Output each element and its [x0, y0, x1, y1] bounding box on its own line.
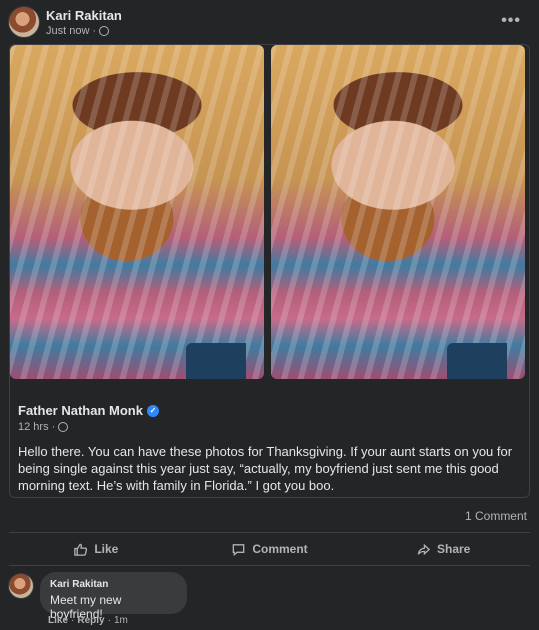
shared-photo-1[interactable]: [10, 45, 264, 379]
meta-separator: ·: [51, 421, 56, 433]
comment-button[interactable]: Comment: [183, 536, 357, 562]
comment-icon: [233, 543, 245, 556]
share-label: Share: [437, 542, 471, 556]
share-icon: [417, 543, 431, 555]
share-button[interactable]: Share: [356, 536, 530, 562]
commenter-name[interactable]: Kari Rakitan: [50, 579, 177, 590]
comment-bubble: Kari Rakitan Meet my new boyfriend!: [40, 572, 187, 621]
verified-badge-icon: ✓: [146, 404, 159, 417]
photo-light-stripes: [271, 45, 525, 379]
comment-actions: Like · Reply · 1m: [48, 615, 128, 626]
thumbs-up-icon: [74, 543, 88, 556]
comment-reply-link[interactable]: Reply: [77, 615, 104, 626]
globe-icon[interactable]: [58, 422, 69, 432]
post-header: Kari Rakitan Just now · •••: [8, 6, 531, 40]
photo-light-stripes: [10, 45, 264, 379]
shared-time[interactable]: 12 hrs: [18, 421, 49, 433]
post-actions: Like Comment Share: [9, 536, 530, 562]
commenter-avatar[interactable]: [8, 573, 34, 599]
shared-post-text: Hello there. You can have these photos f…: [18, 444, 513, 493]
author-name[interactable]: Kari Rakitan: [46, 8, 122, 23]
like-label: Like: [94, 542, 119, 556]
meta-separator: ·: [92, 25, 97, 37]
shared-author-name[interactable]: Father Nathan Monk: [18, 403, 143, 418]
post-card: Kari Rakitan Just now · ••• Father Natha…: [0, 0, 539, 630]
shirt-pocket: [447, 343, 507, 379]
shared-author[interactable]: Father Nathan Monk ✓: [18, 403, 523, 418]
shared-meta: 12 hrs ·: [18, 421, 523, 433]
meta-separator: ·: [107, 615, 111, 626]
comment-label: Comment: [252, 542, 308, 556]
post-time[interactable]: Just now: [46, 25, 89, 37]
shared-post[interactable]: Father Nathan Monk ✓ 12 hrs · Hello ther…: [9, 44, 530, 498]
shirt-pocket: [186, 343, 246, 379]
comment-count[interactable]: 1 Comment: [465, 509, 527, 523]
more-options-button[interactable]: •••: [501, 12, 521, 30]
divider: [9, 565, 530, 566]
comment-time[interactable]: 1m: [114, 615, 128, 626]
post-meta: Just now ·: [46, 25, 110, 37]
author-avatar[interactable]: [8, 6, 40, 38]
shared-post-body: Father Nathan Monk ✓ 12 hrs · Hello ther…: [18, 403, 523, 494]
divider: [9, 532, 530, 533]
shared-photo-2[interactable]: [271, 45, 525, 379]
comment-like-link[interactable]: Like: [48, 615, 68, 626]
globe-icon[interactable]: [99, 26, 110, 36]
meta-separator: ·: [71, 615, 75, 626]
like-button[interactable]: Like: [9, 536, 183, 562]
